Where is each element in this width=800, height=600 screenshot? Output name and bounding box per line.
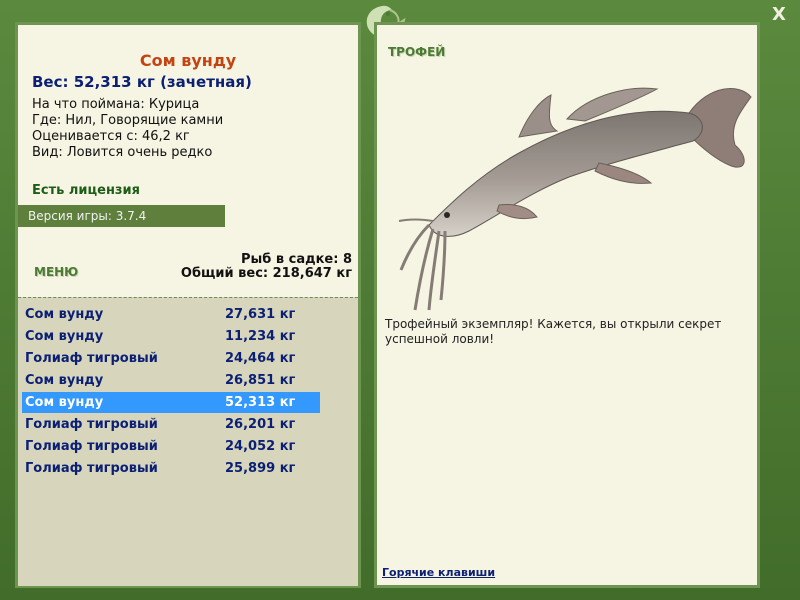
cage-total-weight: Общий вес: 218,647 кг bbox=[180, 266, 352, 281]
value-info: Оценивается с: 46,2 кг bbox=[32, 129, 190, 144]
fish-info-panel: Сом вунду Вес: 52,313 кг (зачетная) На ч… bbox=[15, 22, 361, 588]
catch-row[interactable]: Голиаф тигровый 24,464 кг bbox=[22, 348, 320, 369]
rarity-info: Вид: Ловится очень редко bbox=[32, 145, 213, 160]
catch-name: Голиаф тигровый bbox=[25, 351, 158, 366]
catch-name: Сом вунду bbox=[25, 307, 104, 322]
trophy-description: Трофейный экземпляр! Кажется, вы открыли… bbox=[385, 317, 722, 346]
catch-weight: 24,464 кг bbox=[225, 351, 296, 366]
catch-row[interactable]: Голиаф тигровый 24,052 кг bbox=[22, 436, 320, 457]
catfish-image bbox=[398, 87, 752, 311]
catch-weight: 26,851 кг bbox=[225, 373, 296, 388]
cage-summary: Рыб в садке: 8 Общий вес: 218,647 кг bbox=[181, 253, 352, 281]
version-bar: Версия игры: 3.7.4 bbox=[18, 205, 225, 227]
catch-weight: 25,899 кг bbox=[225, 461, 296, 476]
catch-name: Голиаф тигровый bbox=[25, 417, 158, 432]
fish-weight: Вес: 52,313 кг (зачетная) bbox=[32, 73, 252, 91]
license-status: Есть лицензия bbox=[32, 183, 140, 198]
catch-row[interactable]: Сом вунду 26,851 кг bbox=[22, 370, 320, 391]
catch-weight: 52,313 кг bbox=[225, 395, 296, 410]
catch-row[interactable]: Голиаф тигровый 26,201 кг bbox=[22, 414, 320, 435]
trophy-panel: ТРОФЕЙ Трофейный экземпляр! Кажется, вы bbox=[374, 22, 760, 588]
catch-weight: 24,052 кг bbox=[225, 439, 296, 454]
catch-name: Голиаф тигровый bbox=[25, 461, 158, 476]
catch-list[interactable]: Сом вунду 27,631 кг Сом вунду 11,234 кг … bbox=[18, 297, 358, 586]
catch-name: Сом вунду bbox=[25, 395, 104, 410]
catch-row[interactable]: Сом вунду 11,234 кг bbox=[22, 326, 320, 347]
catch-name: Голиаф тигровый bbox=[25, 439, 158, 454]
catch-row[interactable]: Сом вунду 27,631 кг bbox=[22, 304, 320, 325]
catch-weight: 11,234 кг bbox=[225, 329, 296, 344]
catch-row-selected[interactable]: Сом вунду 52,313 кг bbox=[22, 392, 320, 413]
hotkeys-link[interactable]: Горячие клавиши bbox=[382, 566, 495, 579]
bait-info: На что поймана: Курица bbox=[32, 97, 200, 112]
fish-title: Сом вунду bbox=[139, 51, 237, 70]
catch-name: Сом вунду bbox=[25, 329, 104, 344]
cage-count: Рыб в садке: 8 bbox=[240, 252, 352, 267]
catch-row[interactable]: Голиаф тигровый 25,899 кг bbox=[22, 458, 320, 479]
catch-weight: 27,631 кг bbox=[225, 307, 296, 322]
catch-weight: 26,201 кг bbox=[225, 417, 296, 432]
close-button[interactable]: X bbox=[768, 4, 790, 26]
menu-button[interactable]: МЕНЮ bbox=[34, 265, 78, 279]
place-info: Где: Нил, Говорящие камни bbox=[32, 113, 224, 128]
catch-name: Сом вунду bbox=[25, 373, 104, 388]
